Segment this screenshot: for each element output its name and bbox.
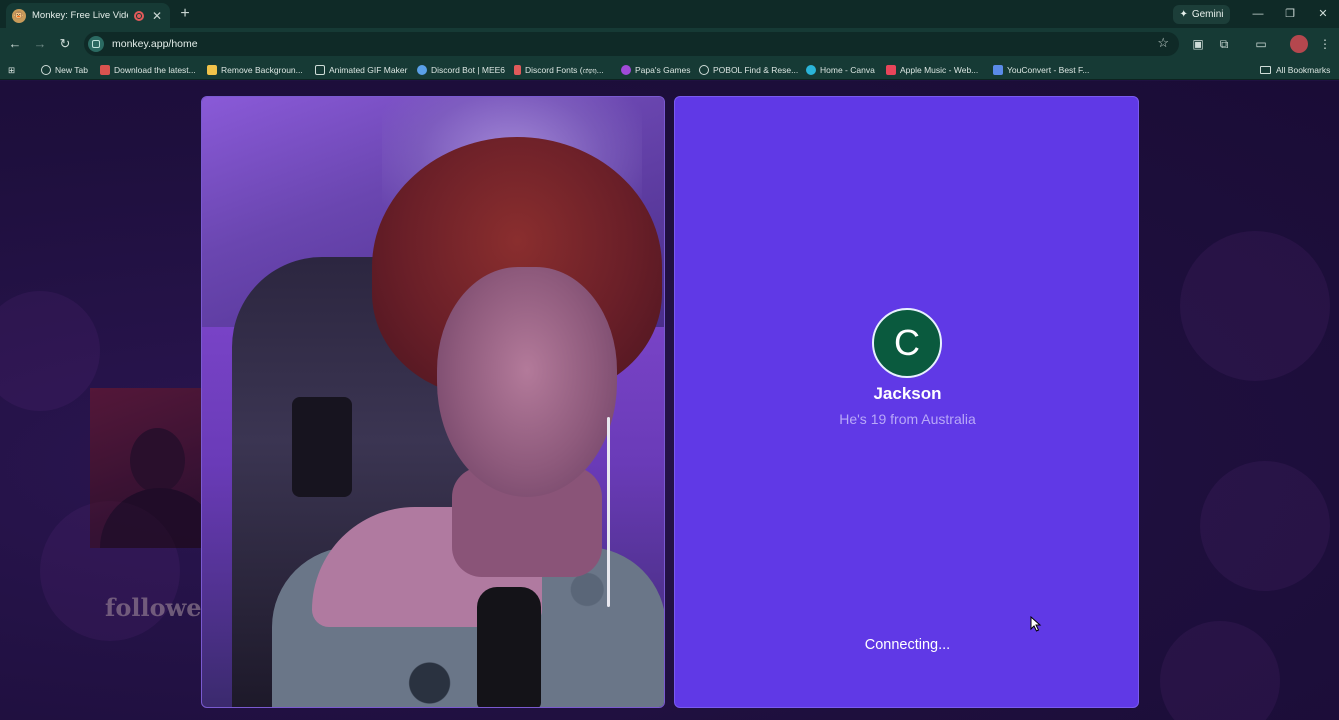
tab-title: Monkey: Free Live Video Ch	[32, 10, 128, 21]
toolbar: ← → ↻ monkey.app/home ☆ ▣ ⧉ ▭ ⋮	[0, 28, 1339, 60]
gemini-label: Gemini	[1191, 9, 1224, 20]
restore-button[interactable]: ❐	[1278, 5, 1302, 23]
bookmark-item[interactable]: YouConvert - Best F...	[993, 63, 1089, 77]
avatar: C	[872, 308, 942, 378]
profile-avatar[interactable]	[1290, 35, 1308, 53]
bookmark-item[interactable]: Home - Canva	[806, 63, 875, 77]
sparkle-icon: ✦	[1179, 9, 1188, 20]
address-bar[interactable]: monkey.app/home ☆	[84, 32, 1179, 56]
monkey-page: just followed! C Jackson He's 19 from Au…	[0, 81, 1339, 720]
partner-name: Jackson	[873, 384, 942, 403]
reload-icon[interactable]: ↻	[56, 35, 74, 53]
bookmark-item[interactable]: Animated GIF Maker	[315, 63, 407, 77]
bookmark-item[interactable]: Discord Fonts (𝔠𝔬𝔭𝔶...	[514, 63, 604, 77]
microphone	[477, 587, 541, 707]
font-icon	[514, 65, 521, 75]
background-blob	[1200, 461, 1330, 591]
recording-icon	[134, 10, 144, 21]
tab-strip: 🐵 Monkey: Free Live Video Ch ✕ + ✦ Gemin…	[0, 0, 1339, 28]
close-tab-icon[interactable]: ✕	[150, 9, 164, 23]
image-icon	[207, 65, 217, 75]
bookmark-item[interactable]: Download the latest...	[100, 63, 196, 77]
folder-icon	[1260, 66, 1271, 74]
cast-icon[interactable]: ▭	[1252, 35, 1270, 53]
extensions-puzzle-icon[interactable]: ⧉	[1215, 35, 1233, 53]
new-tab-button[interactable]: +	[176, 5, 194, 23]
gif-icon	[315, 65, 325, 75]
partner-description: He's 19 from Australia	[839, 411, 976, 427]
game-icon	[621, 65, 631, 75]
bookmark-item[interactable]: Discord Bot | MEE6	[417, 63, 505, 77]
canva-icon	[806, 65, 816, 75]
remote-video-panel: C Jackson He's 19 from Australia Connect…	[674, 96, 1139, 708]
bookmark-item[interactable]: Remove Backgroun...	[207, 63, 303, 77]
bookmark-item[interactable]: Apple Music - Web...	[886, 63, 978, 77]
globe-icon	[41, 65, 51, 75]
close-window-button[interactable]: ✕	[1311, 5, 1335, 23]
convert-icon	[993, 65, 1003, 75]
bookmark-star-icon[interactable]: ☆	[1157, 35, 1169, 51]
bookmark-item[interactable]: Papa's Games	[621, 63, 690, 77]
extension-notion-icon[interactable]: ▣	[1189, 35, 1207, 53]
background-blob	[1160, 621, 1280, 720]
forward-icon[interactable]: →	[31, 35, 49, 53]
background-blob	[0, 291, 100, 411]
menu-kebab-icon[interactable]: ⋮	[1316, 35, 1334, 53]
local-video	[201, 96, 665, 708]
tab-monkey[interactable]: 🐵 Monkey: Free Live Video Ch ✕	[6, 3, 170, 28]
bookmark-item[interactable]: New Tab	[41, 63, 88, 77]
music-icon	[886, 65, 896, 75]
apps-grid-icon[interactable]: ⊞	[8, 63, 15, 77]
gemini-button[interactable]: ✦ Gemini	[1173, 5, 1230, 24]
site-info-icon[interactable]	[88, 36, 104, 52]
url-text: monkey.app/home	[112, 38, 198, 50]
bookmark-item[interactable]: POBOL Find & Rese...	[699, 63, 798, 77]
back-icon[interactable]: ←	[6, 35, 24, 53]
globe-icon	[699, 65, 709, 75]
connection-status: Connecting...	[864, 637, 951, 653]
discord-icon	[417, 65, 427, 75]
bookmarks-bar: ⊞ New Tab Download the latest... Remove …	[0, 60, 1339, 80]
minimize-button[interactable]: —	[1246, 5, 1270, 23]
background-blob	[1180, 231, 1330, 381]
all-bookmarks-button[interactable]: All Bookmarks	[1260, 63, 1330, 77]
download-icon	[100, 65, 110, 75]
monkey-favicon-icon: 🐵	[12, 8, 26, 23]
mouse-cursor-icon	[1030, 616, 1042, 632]
